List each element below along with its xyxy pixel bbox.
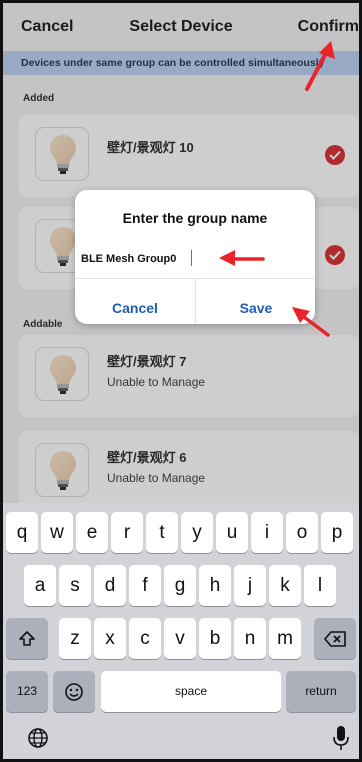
shift-key-icon[interactable]	[6, 618, 48, 659]
key-v[interactable]: v	[164, 618, 196, 659]
backspace-key-icon[interactable]	[314, 618, 356, 659]
key-p[interactable]: p	[321, 512, 353, 553]
globe-icon[interactable]	[27, 727, 49, 754]
key-r[interactable]: r	[111, 512, 143, 553]
key-n[interactable]: n	[234, 618, 266, 659]
key-f[interactable]: f	[129, 565, 161, 606]
key-k[interactable]: k	[269, 565, 301, 606]
key-l[interactable]: l	[304, 565, 336, 606]
key-w[interactable]: w	[41, 512, 73, 553]
key-g[interactable]: g	[164, 565, 196, 606]
key-j[interactable]: j	[234, 565, 266, 606]
key-d[interactable]: d	[94, 565, 126, 606]
group-name-dialog: Enter the group name Cancel Save	[75, 190, 315, 324]
dialog-save-button[interactable]: Save	[196, 278, 316, 324]
key-y[interactable]: y	[181, 512, 213, 553]
numbers-key[interactable]: 123	[6, 671, 48, 712]
dialog-cancel-button[interactable]: Cancel	[75, 278, 195, 324]
key-h[interactable]: h	[199, 565, 231, 606]
dialog-title: Enter the group name	[122, 210, 268, 226]
phone-frame: Cancel Select Device Confirm Devices und…	[0, 0, 362, 762]
key-z[interactable]: z	[59, 618, 91, 659]
key-m[interactable]: m	[269, 618, 301, 659]
key-c[interactable]: c	[129, 618, 161, 659]
return-key[interactable]: return	[286, 671, 356, 712]
microphone-icon[interactable]	[333, 725, 349, 756]
key-s[interactable]: s	[59, 565, 91, 606]
keyboard: q w e r t y u i o p a s d f g h j k l z …	[3, 503, 359, 759]
text-caret	[191, 250, 192, 266]
key-e[interactable]: e	[76, 512, 108, 553]
key-x[interactable]: x	[94, 618, 126, 659]
key-a[interactable]: a	[24, 565, 56, 606]
key-i[interactable]: i	[251, 512, 283, 553]
key-t[interactable]: t	[146, 512, 178, 553]
group-name-input[interactable]	[81, 248, 261, 270]
key-q[interactable]: q	[6, 512, 38, 553]
emoji-key-icon[interactable]	[53, 671, 95, 712]
key-b[interactable]: b	[199, 618, 231, 659]
key-o[interactable]: o	[286, 512, 318, 553]
key-u[interactable]: u	[216, 512, 248, 553]
space-key[interactable]: space	[101, 671, 281, 712]
